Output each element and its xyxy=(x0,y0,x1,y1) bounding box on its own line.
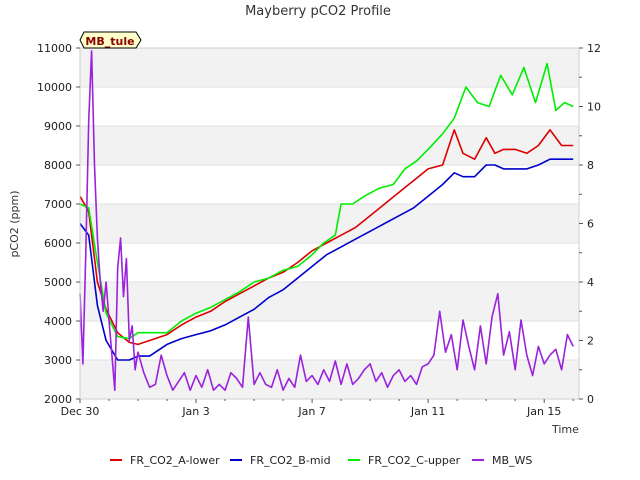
y2-tick-label: 4 xyxy=(587,276,594,289)
y-tick-label: 5000 xyxy=(44,276,72,289)
y2-tick-label: 12 xyxy=(587,42,601,55)
x-axis-label: Time xyxy=(551,423,579,436)
site-badge: MB_tule xyxy=(79,31,142,49)
pco2-chart: 2000300040005000600070008000900010000110… xyxy=(8,4,601,467)
legend: FR_CO2_A-lower FR_CO2_B-mid FR_CO2_C-upper… xyxy=(110,454,532,467)
chart-title: Mayberry pCO2 Profile xyxy=(245,4,391,19)
y-tick-label: 3000 xyxy=(44,354,72,367)
legend-label: FR_CO2_C-upper xyxy=(368,454,461,467)
x-tick-label: Jan 3 xyxy=(181,405,209,418)
grid-band xyxy=(80,282,579,321)
legend-label: FR_CO2_B-mid xyxy=(250,454,331,467)
y2-tick-label: 2 xyxy=(587,335,594,348)
legend-label: MB_WS xyxy=(492,454,532,467)
series-line-fr-co2-b-mid xyxy=(79,158,574,361)
y-axis-label: pCO2 (ppm) xyxy=(8,190,21,257)
y-tick-label: 6000 xyxy=(44,237,72,250)
y-tick-label: 4000 xyxy=(44,315,72,328)
y-tick-label: 10000 xyxy=(37,81,72,94)
y2-tick-label: 8 xyxy=(587,159,594,172)
x-tick-label: Dec 30 xyxy=(61,405,100,418)
y2-tick-label: 6 xyxy=(587,218,594,231)
x-tick-label: Jan 11 xyxy=(410,405,445,418)
y-tick-label: 9000 xyxy=(44,120,72,133)
y2-tick-label: 0 xyxy=(587,393,594,406)
y-tick-label: 8000 xyxy=(44,159,72,172)
grid-band xyxy=(80,204,579,243)
x-tick-label: Jan 15 xyxy=(526,405,561,418)
y-tick-label: 11000 xyxy=(37,42,72,55)
legend-label: FR_CO2_A-lower xyxy=(130,454,220,467)
y2-tick-label: 10 xyxy=(587,101,601,114)
grid-band xyxy=(80,126,579,165)
site-badge-label: MB_tule xyxy=(85,35,134,48)
y-tick-label: 7000 xyxy=(44,198,72,211)
x-tick-label: Jan 7 xyxy=(297,405,325,418)
